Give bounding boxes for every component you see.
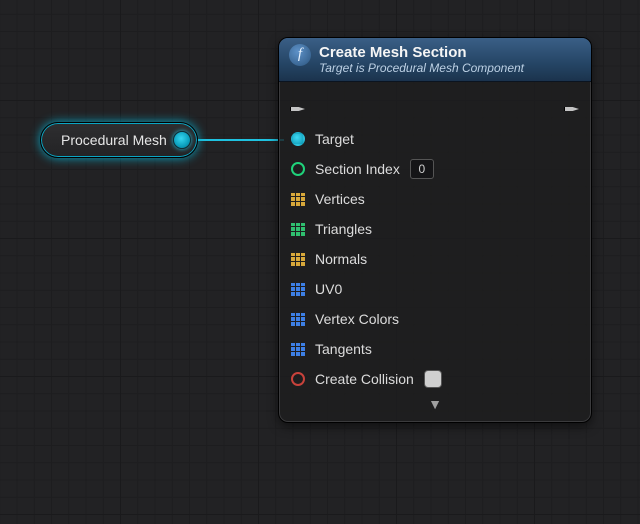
pin-tangents-label: Tangents xyxy=(315,341,372,357)
section-index-input[interactable] xyxy=(410,159,434,179)
pin-row-create-collision: Create Collision xyxy=(291,364,579,394)
pin-vertex-colors-label: Vertex Colors xyxy=(315,311,399,327)
pin-row-uv0: UV0 xyxy=(291,274,579,304)
pin-triangles-label: Triangles xyxy=(315,221,372,237)
pin-triangles[interactable] xyxy=(291,223,305,236)
node-title-block: Create Mesh Section Target is Procedural… xyxy=(319,44,524,75)
pin-row-vertices: Vertices xyxy=(291,184,579,214)
pin-target-label: Target xyxy=(315,131,354,147)
node-title: Create Mesh Section xyxy=(319,44,524,61)
pin-uv0[interactable] xyxy=(291,283,305,296)
pin-row-section-index: Section Index xyxy=(291,154,579,184)
node-body: Target Section Index Vertices Triangles … xyxy=(279,82,591,422)
pin-uv0-label: UV0 xyxy=(315,281,342,297)
pin-section-index[interactable] xyxy=(291,162,305,176)
pin-normals-label: Normals xyxy=(315,251,367,267)
pin-target[interactable] xyxy=(291,132,305,146)
pin-row-tangents: Tangents xyxy=(291,334,579,364)
variable-node-procedural-mesh[interactable]: Procedural Mesh xyxy=(40,122,198,158)
expand-toggle[interactable]: ▼ xyxy=(291,394,579,420)
exec-row xyxy=(291,92,579,122)
pin-create-collision[interactable] xyxy=(291,372,305,386)
node-create-mesh-section[interactable]: f Create Mesh Section Target is Procedur… xyxy=(278,37,592,423)
function-icon: f xyxy=(289,44,311,66)
node-subtitle: Target is Procedural Mesh Component xyxy=(319,61,524,75)
pin-section-index-label: Section Index xyxy=(315,161,400,177)
exec-input-pin[interactable] xyxy=(291,99,305,115)
variable-node-label: Procedural Mesh xyxy=(61,132,167,148)
pin-row-normals: Normals xyxy=(291,244,579,274)
pin-vertices-label: Vertices xyxy=(315,191,365,207)
pin-vertices[interactable] xyxy=(291,193,305,206)
pin-create-collision-label: Create Collision xyxy=(315,371,414,387)
pin-row-triangles: Triangles xyxy=(291,214,579,244)
pin-row-target: Target xyxy=(291,124,579,154)
wire-target xyxy=(188,139,284,141)
output-pin-object[interactable] xyxy=(173,131,191,149)
pin-normals[interactable] xyxy=(291,253,305,266)
pin-tangents[interactable] xyxy=(291,343,305,356)
create-collision-checkbox[interactable] xyxy=(424,370,442,388)
node-header[interactable]: f Create Mesh Section Target is Procedur… xyxy=(279,38,591,82)
pin-vertex-colors[interactable] xyxy=(291,313,305,326)
pin-row-vertex-colors: Vertex Colors xyxy=(291,304,579,334)
exec-output-pin[interactable] xyxy=(565,99,579,115)
